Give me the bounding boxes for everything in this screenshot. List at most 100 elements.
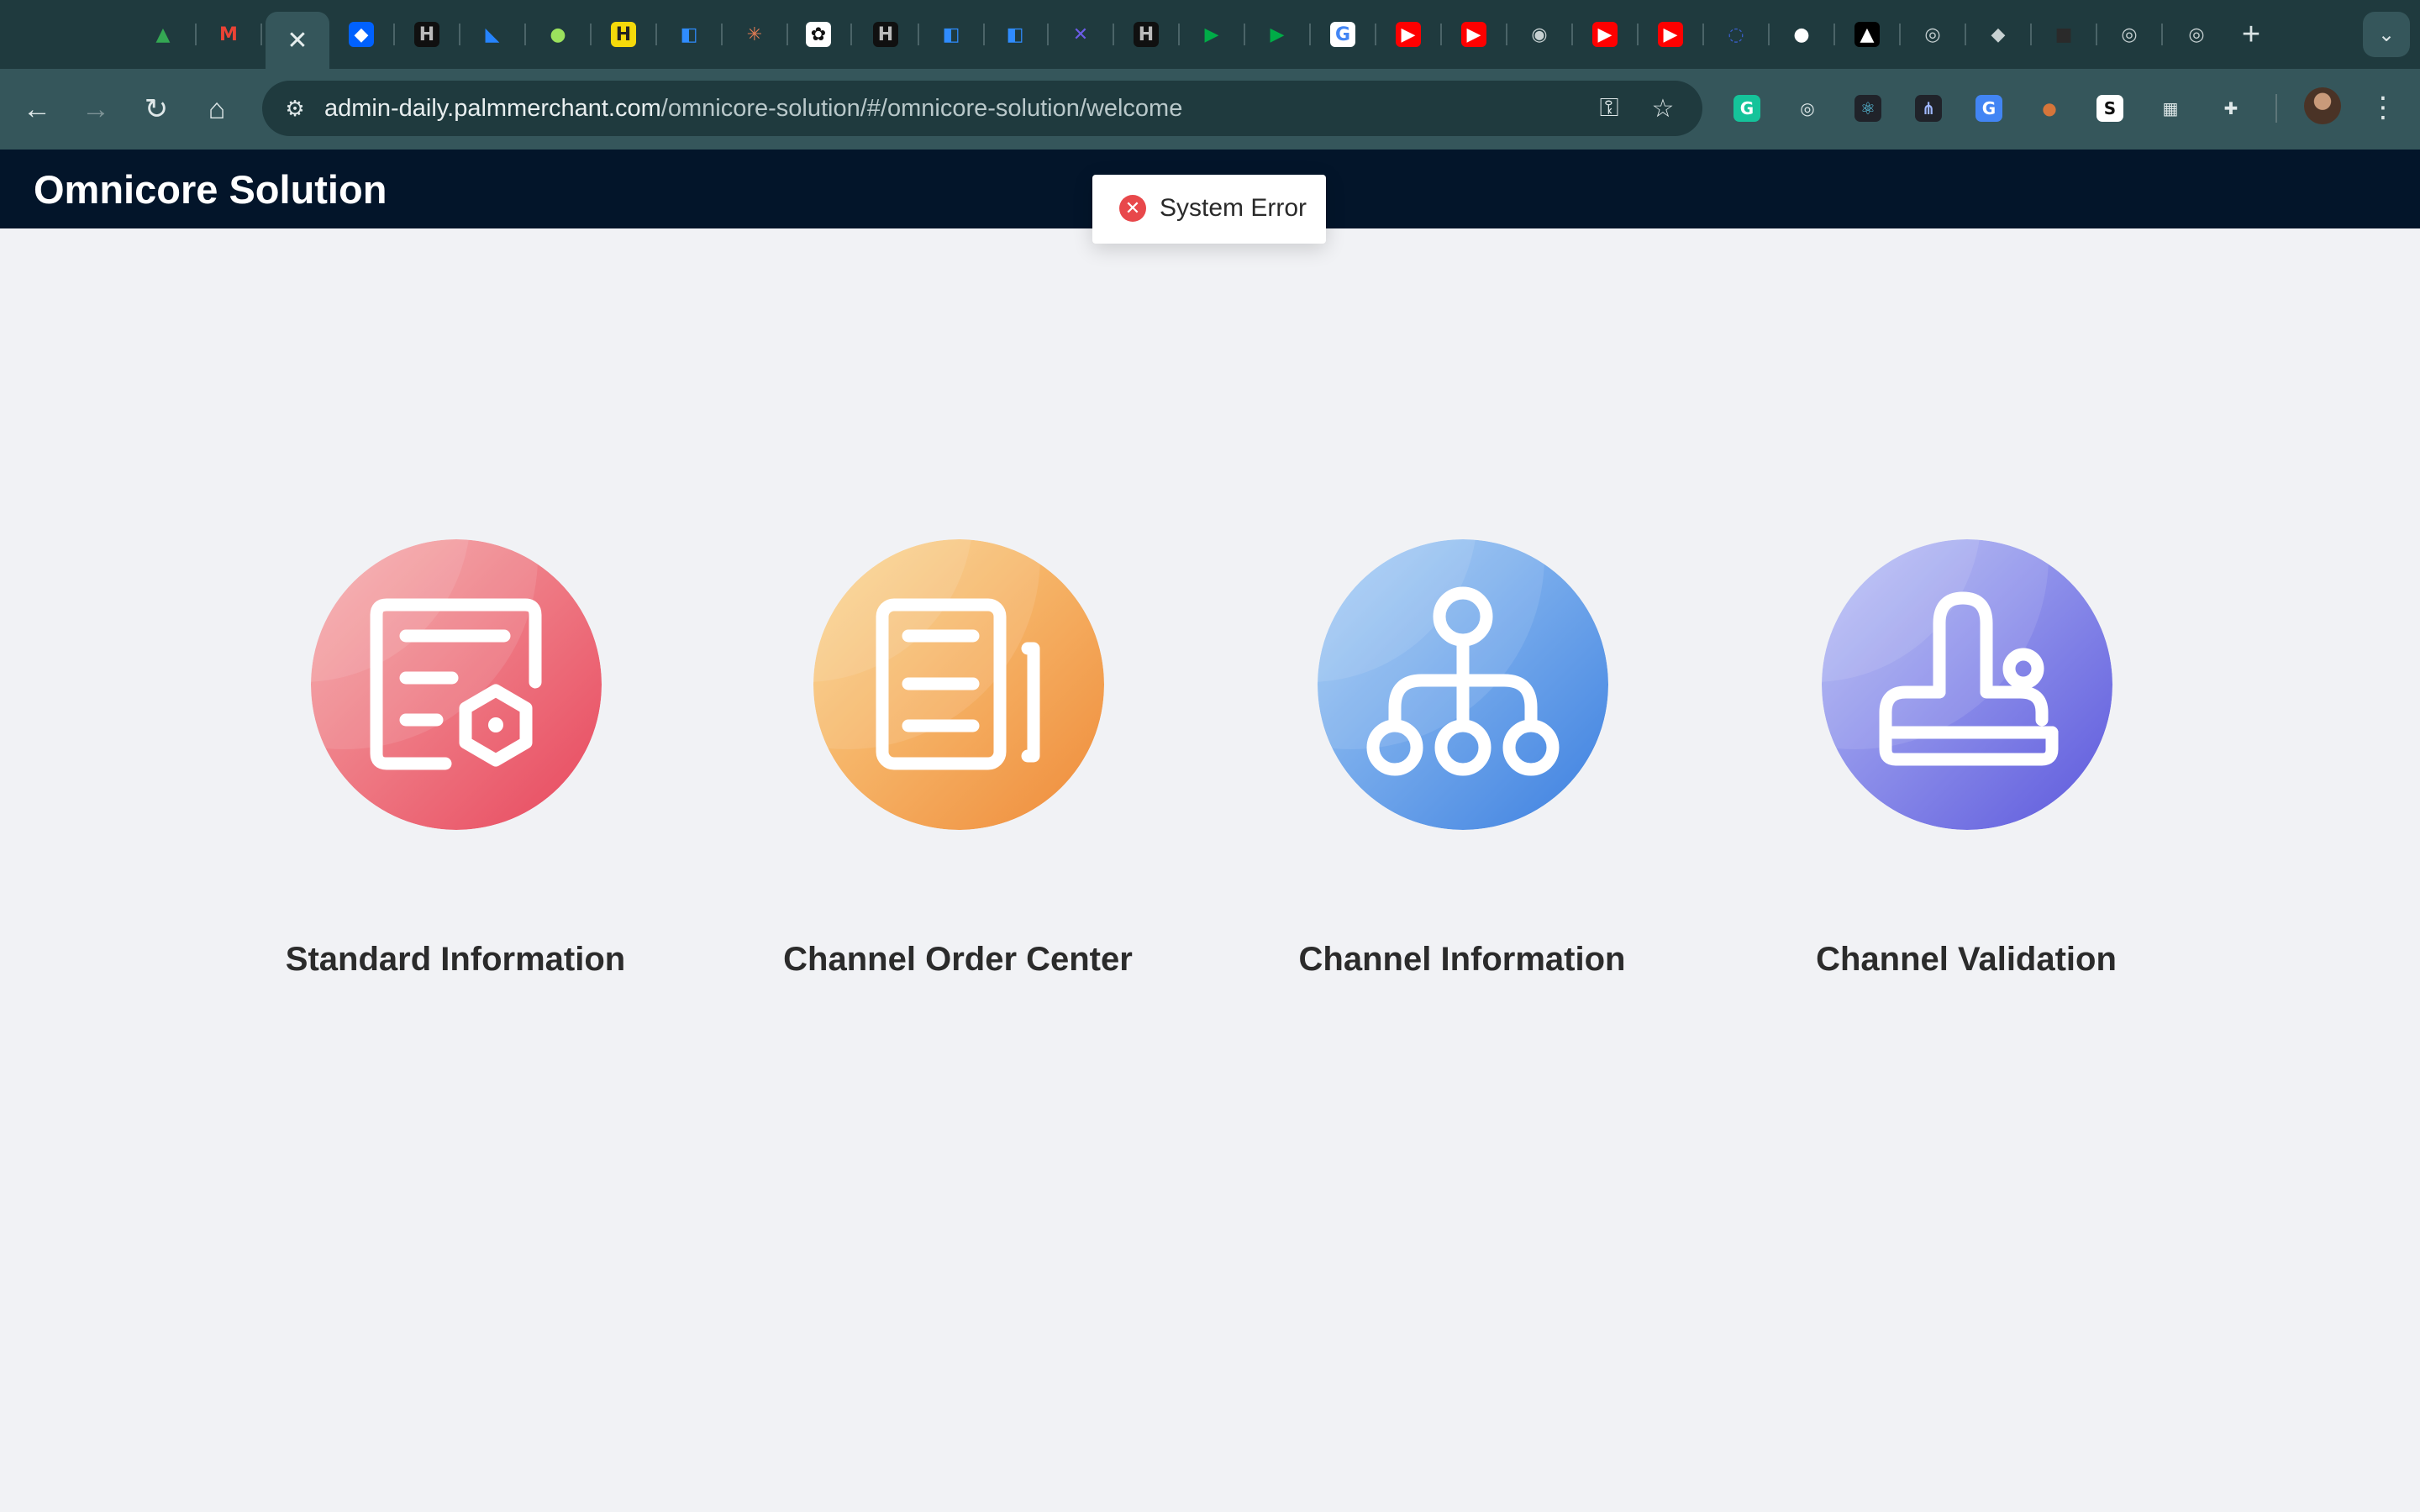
tab-separator [195, 24, 197, 45]
browser-tab[interactable]: ▶ [1650, 12, 1691, 57]
notion-like-icon: H [414, 22, 439, 47]
browser-tab[interactable]: ◧ [995, 12, 1035, 57]
browser-tab[interactable]: ◎ [2109, 12, 2149, 57]
home-button[interactable]: ⌂ [195, 87, 239, 131]
youtube-icon: ▶ [1658, 22, 1683, 47]
card-channel-validation[interactable]: Channel Validation [1731, 538, 2202, 1008]
browser-tab[interactable]: H [1126, 12, 1166, 57]
grid-icon: ▦ [2162, 98, 2179, 118]
asterisk-icon: ✳ [746, 24, 763, 45]
browser-tab[interactable]: ▲ [143, 12, 183, 57]
tag-icon: ◆ [1991, 24, 2006, 45]
loading-icon: ◌ [1728, 24, 1744, 45]
browser-tab[interactable]: ● [538, 12, 578, 57]
extension-button[interactable]: S [2091, 89, 2129, 128]
browser-tab[interactable]: ◉ [1519, 12, 1560, 57]
browser-tab[interactable]: ◆ [1978, 12, 2018, 57]
browser-tab[interactable]: ◧ [931, 12, 971, 57]
new-tab-button[interactable]: + [2228, 12, 2274, 57]
password-key-icon[interactable]: ⚿ [1590, 89, 1628, 128]
stamp-icon [1822, 539, 2112, 830]
globe-icon: ◉ [1531, 24, 1548, 45]
extension-button[interactable]: ⋔ [1909, 89, 1948, 128]
browser-tab[interactable]: ● [1781, 12, 1822, 57]
tab-separator [1506, 24, 1507, 45]
browser-tab[interactable]: ▶ [1388, 12, 1428, 57]
browser-tab[interactable]: ◣ [472, 12, 513, 57]
tab-separator [983, 24, 985, 45]
tab-separator [590, 24, 592, 45]
browser-tab[interactable]: ◌ [1716, 12, 1756, 57]
x-cross-icon: ✕ [1072, 24, 1089, 45]
browser-tab[interactable]: M [208, 12, 249, 57]
tab-separator [2096, 24, 2097, 45]
gmail-icon: M [219, 24, 238, 45]
jira-icon: ◣ [485, 24, 500, 45]
tab-separator [850, 24, 852, 45]
react-devtools-icon: ⚛ [1854, 95, 1881, 122]
card-standard-information[interactable]: Standard Information [220, 538, 691, 1008]
browser-tab[interactable]: ▶ [1454, 12, 1494, 57]
browser-tab[interactable]: ▶ [1257, 12, 1297, 57]
extension-button[interactable]: G [1728, 89, 1766, 128]
tab-separator [1899, 24, 1901, 45]
tab-separator [1375, 24, 1376, 45]
tab-separator [1702, 24, 1704, 45]
card-channel-order-center[interactable]: Channel Order Center [723, 538, 1193, 1008]
browser-tab[interactable]: H [407, 12, 447, 57]
browser-tab[interactable]: ✳ [734, 12, 775, 57]
extension-button[interactable]: ⚛ [1849, 89, 1887, 128]
s-icon: S [2096, 95, 2123, 122]
extension-button[interactable]: ▦ [2151, 89, 2190, 128]
site-info-icon[interactable]: ⚙ [277, 91, 313, 126]
azure-devops-icon: ◧ [680, 24, 698, 45]
extension-button[interactable]: G [1970, 89, 2008, 128]
browser-tab[interactable]: ▲ [1847, 12, 1887, 57]
browser-tab[interactable]: H [865, 12, 906, 57]
tab-separator [1768, 24, 1770, 45]
chrome-icon: ◎ [1924, 24, 1941, 45]
card-label: Standard Information [285, 941, 626, 978]
browser-tab[interactable]: ✿ [798, 12, 839, 57]
active-tab[interactable]: ✕ [266, 12, 329, 69]
card-channel-information[interactable]: Channel Information [1227, 538, 1697, 1008]
url-text[interactable]: admin-daily.palmmerchant.com/omnicore-so… [324, 91, 1182, 126]
browser-tab[interactable]: ◎ [1912, 12, 1953, 57]
dark-square-icon: ■ [2054, 24, 2073, 45]
error-toast: ✕ System Error [1092, 175, 1326, 244]
browser-menu-icon[interactable]: ⋮ [2368, 87, 2398, 128]
document-settings-icon [311, 539, 602, 830]
network-icon: ⋔ [1915, 95, 1942, 122]
browser-tab[interactable]: ◆ [341, 12, 381, 57]
browser-tab[interactable]: H [603, 12, 644, 57]
google-meet-icon: ▶ [1204, 24, 1219, 45]
back-button[interactable]: ← [15, 87, 59, 131]
tab-separator [1833, 24, 1835, 45]
azure-devops-icon: ◧ [1006, 24, 1024, 45]
card-label: Channel Order Center [783, 941, 1133, 978]
browser-tab[interactable]: ▶ [1585, 12, 1625, 57]
tab-separator [1309, 24, 1311, 45]
app-title: Omnicore Solution [34, 167, 387, 212]
extension-button[interactable]: ✚ [2212, 89, 2250, 128]
close-tab-icon[interactable]: ✕ [287, 26, 308, 55]
forward-button[interactable]: → [74, 87, 118, 131]
browser-tab[interactable]: ▶ [1192, 12, 1232, 57]
browser-tab[interactable]: ◧ [669, 12, 709, 57]
browser-tab[interactable]: ✕ [1060, 12, 1101, 57]
extension-button[interactable]: ◎ [1788, 89, 1827, 128]
browser-tab[interactable]: G [1323, 12, 1363, 57]
browser-tab[interactable]: ■ [2044, 12, 2084, 57]
browser-tab[interactable]: ◎ [2176, 12, 2217, 57]
tab-search-button[interactable]: ⌄ [2363, 12, 2410, 57]
tab-separator [918, 24, 919, 45]
bookmark-star-icon[interactable]: ☆ [1644, 89, 1682, 128]
tab-separator [1113, 24, 1114, 45]
documents-icon [813, 539, 1104, 830]
reload-button[interactable]: ↻ [134, 87, 178, 131]
github-icon: ● [1793, 24, 1810, 45]
google-meet-icon: ▶ [1270, 24, 1285, 45]
url-host: admin-daily.palmmerchant.com [324, 95, 661, 122]
extension-button[interactable]: ● [2030, 89, 2069, 128]
profile-avatar[interactable] [2304, 87, 2341, 124]
